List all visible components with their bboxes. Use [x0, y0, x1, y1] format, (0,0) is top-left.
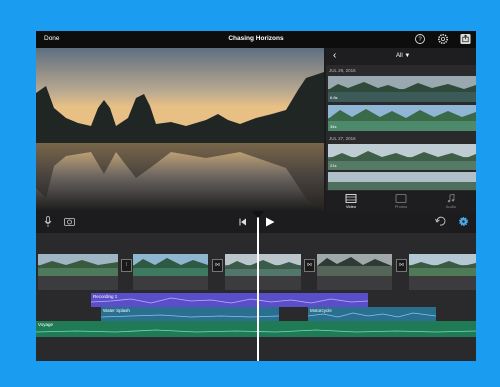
- tab-label: Photos: [394, 204, 408, 209]
- question-circle-icon[interactable]: ?: [414, 33, 426, 45]
- gear-icon[interactable]: [437, 33, 449, 45]
- clip-thumbnails: [328, 172, 476, 190]
- timeline-clip[interactable]: [38, 254, 118, 276]
- camera-icon[interactable]: [64, 217, 75, 226]
- clip-thumbnails: [328, 144, 476, 170]
- play-icon[interactable]: [265, 217, 275, 227]
- clip-duration: 21s: [330, 163, 337, 168]
- timeline: ⁞ ⋈ ⋈ ⋈ Recording 1 Water Splash Motorcy…: [36, 211, 476, 361]
- audio-track-label: Motorcycle: [310, 308, 332, 313]
- browser-tabs: Video Photos Audio: [326, 191, 476, 211]
- filter-dropdown[interactable]: All ▼: [396, 53, 410, 59]
- clip-audio-waveform: [317, 276, 392, 290]
- tab-photos[interactable]: Photos: [376, 191, 426, 211]
- transition-icon[interactable]: ⋈: [304, 259, 315, 272]
- svg-text:?: ?: [418, 37, 422, 43]
- tab-label: Video: [345, 204, 357, 209]
- media-clip[interactable]: 6.8s: [328, 76, 476, 102]
- audio-track-voyage[interactable]: Voyage: [36, 321, 476, 337]
- audio-track-label: Voyage: [38, 322, 54, 327]
- audio-track-label: Water Splash: [103, 308, 130, 313]
- chevron-left-icon[interactable]: ‹: [333, 50, 336, 61]
- audio-track-motorcycle[interactable]: Motorcycle: [308, 307, 436, 321]
- music-note-icon: [447, 194, 455, 203]
- date-header: JUL 27, 2016: [329, 136, 356, 141]
- clip-audio-waveform: [133, 276, 208, 290]
- top-bar: Done Chasing Horizons ?: [36, 31, 476, 48]
- film-icon: [345, 194, 357, 203]
- clip-audio-waveform: [38, 276, 118, 290]
- microphone-icon[interactable]: [44, 216, 52, 228]
- ipad-screen: Done Chasing Horizons ? ‹ All ▼ JUL 29, …: [36, 31, 476, 361]
- media-browser: ‹ All ▼ JUL 29, 2016 6.8s 34s JUL 27, 20…: [326, 48, 476, 211]
- tab-label: Audio: [445, 204, 457, 209]
- media-clip[interactable]: [328, 172, 476, 190]
- date-header: JUL 29, 2016: [329, 68, 356, 73]
- audio-track-water-splash[interactable]: Water Splash: [101, 307, 279, 321]
- playhead[interactable]: [257, 214, 259, 361]
- media-clip[interactable]: 21s: [328, 144, 476, 170]
- playhead-marker-icon: [252, 211, 264, 218]
- clip-thumbnails: [328, 105, 476, 131]
- timeline-clip[interactable]: [225, 254, 301, 276]
- project-title: Chasing Horizons: [228, 35, 284, 42]
- clip-audio-waveform: [225, 276, 301, 290]
- clip-thumbnails: [328, 76, 476, 102]
- tab-audio[interactable]: Audio: [426, 191, 476, 211]
- gear-icon[interactable]: [458, 216, 469, 227]
- timeline-clip[interactable]: [409, 254, 476, 276]
- media-clip[interactable]: 34s: [328, 105, 476, 131]
- video-viewer: [36, 48, 324, 211]
- clip-audio-waveform: [409, 276, 476, 290]
- photos-icon: [395, 194, 407, 203]
- audio-track-label: Recording 1: [93, 294, 118, 299]
- skip-back-icon[interactable]: [239, 218, 247, 226]
- transition-icon[interactable]: ⋈: [396, 259, 407, 272]
- clip-duration: 34s: [330, 124, 337, 129]
- transition-icon[interactable]: ⁞: [121, 259, 132, 272]
- transition-icon[interactable]: ⋈: [212, 259, 223, 272]
- share-icon[interactable]: [460, 33, 471, 45]
- clip-duration: 6.8s: [330, 95, 338, 100]
- browser-header: ‹ All ▼: [326, 48, 476, 65]
- tab-video[interactable]: Video: [326, 191, 376, 211]
- audio-track-recording[interactable]: Recording 1: [91, 293, 368, 307]
- timeline-clip[interactable]: [317, 254, 392, 276]
- undo-icon[interactable]: [435, 216, 446, 227]
- timeline-clip[interactable]: [133, 254, 208, 276]
